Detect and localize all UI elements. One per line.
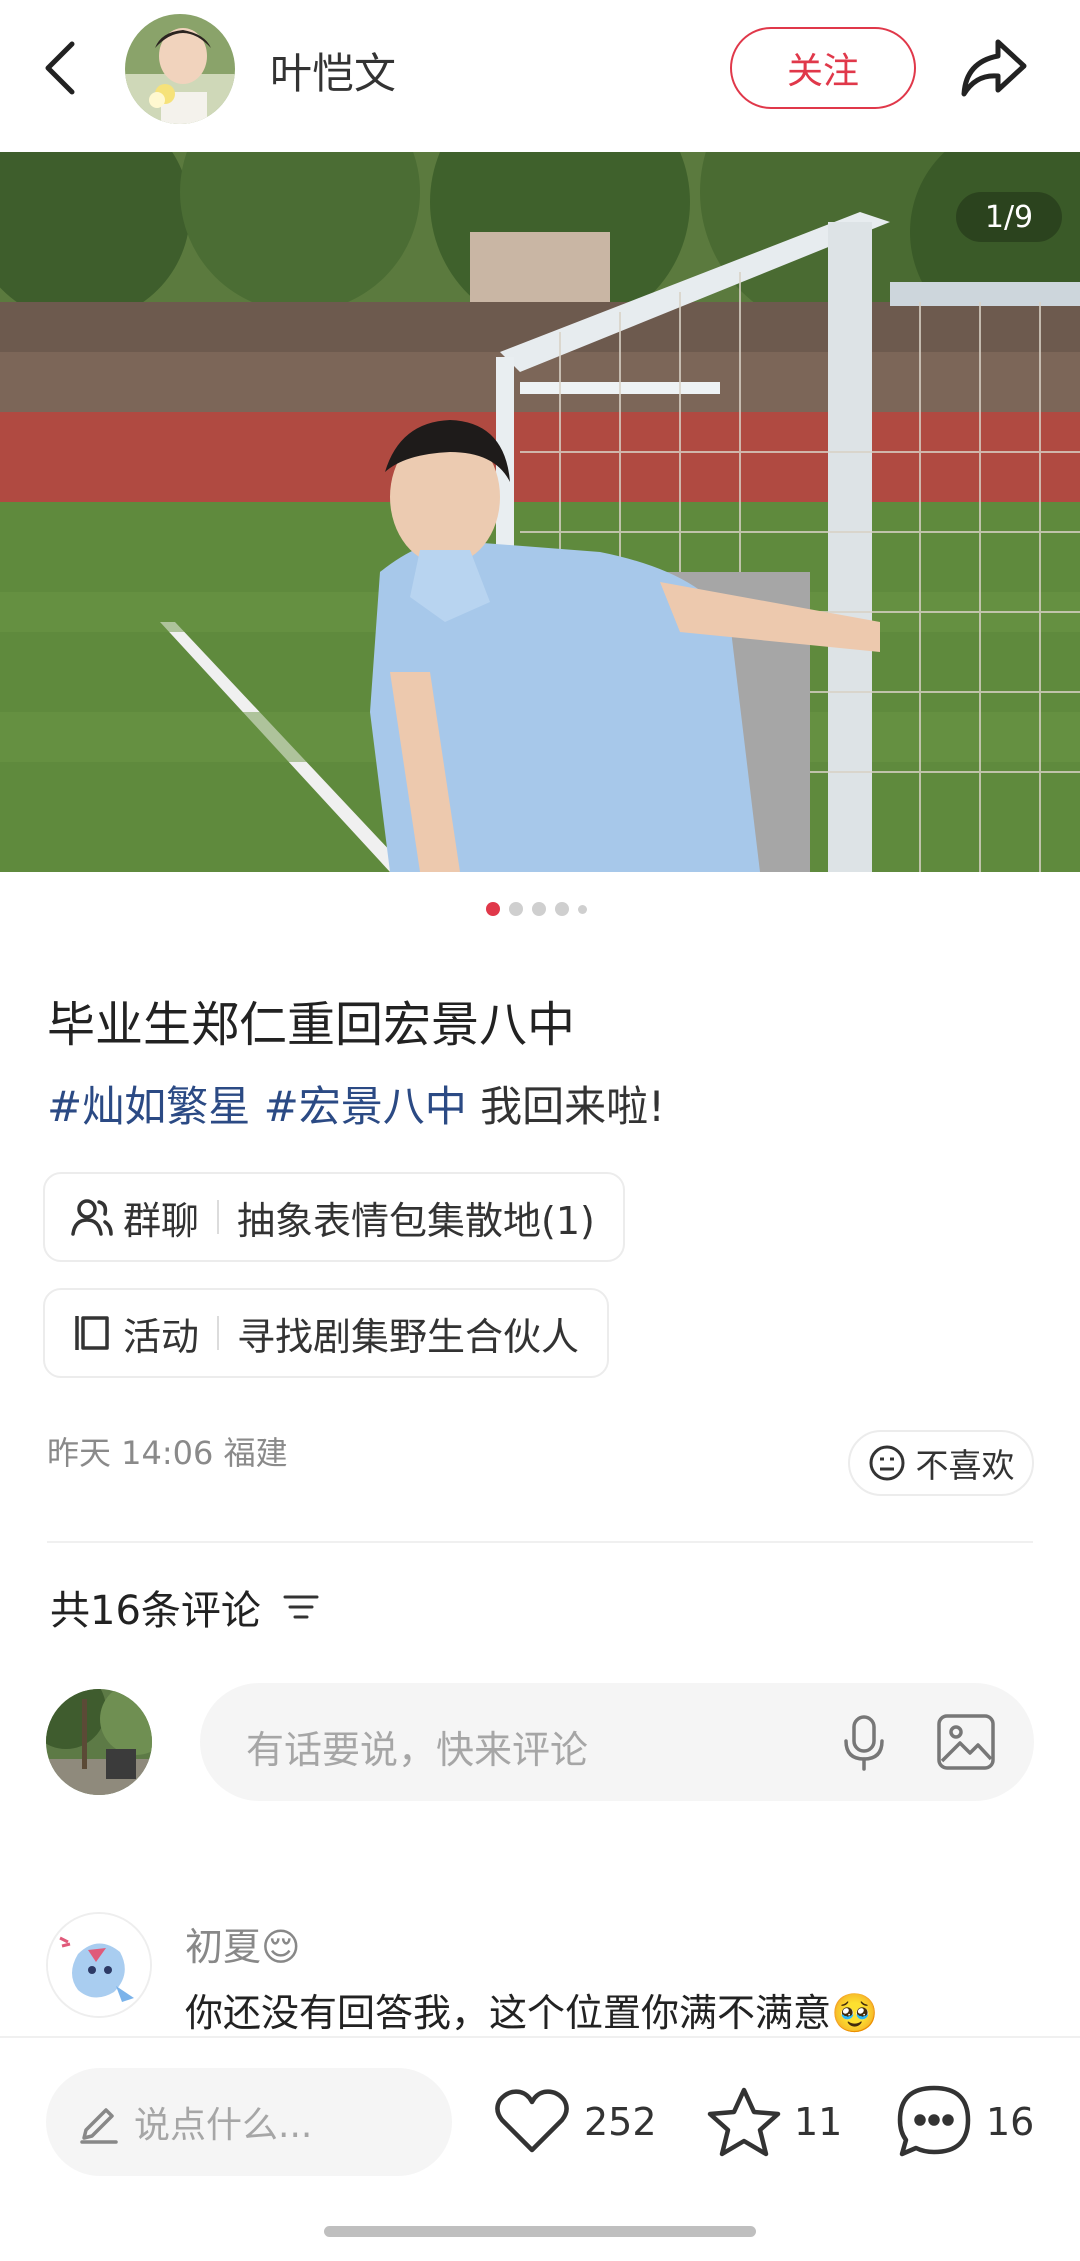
back-icon[interactable] [40,38,84,98]
post-description: #灿如繁星 #宏景八中 我回来啦! [47,1073,665,1134]
carousel-dot[interactable] [486,902,500,916]
photo-counter: 1/9 [956,192,1062,242]
collect-count: 11 [794,2100,843,2144]
carousel-dot[interactable] [555,902,569,916]
group-chat-icon [69,1194,115,1240]
group-chat-chip[interactable]: 群聊 抽象表情包集散地(1) [43,1172,625,1262]
carousel-dot[interactable] [509,902,523,916]
comment-button[interactable]: 16 [896,2082,1034,2162]
comment-count-header: 共16条评论 [50,1578,319,1636]
chip-text: 抽象表情包集散地(1) [237,1198,595,1243]
hashtag-link[interactable]: #宏景八中 [264,1082,467,1131]
say-something-input[interactable]: 说点什么... [46,2068,452,2176]
comment-input[interactable]: 有话要说，快来评论 [200,1683,1034,1801]
chip-separator [217,1316,220,1350]
image-picker-icon[interactable] [936,1713,996,1775]
dislike-button[interactable]: 不喜欢 [848,1430,1034,1496]
comment-bubble-icon [896,2084,972,2160]
comment-text[interactable]: 你还没有回答我，这个位置你满不满意🥹 [185,1982,878,2037]
like-button[interactable]: 252 [494,2082,657,2162]
carousel-dot[interactable] [532,902,546,916]
post-text: 我回来啦! [480,1082,665,1131]
dislike-label: 不喜欢 [915,1446,1015,1485]
comment-count-label: 共16条评论 [50,1588,261,1634]
dislike-face-icon [868,1444,906,1482]
chip-type-label: 活动 [123,1314,200,1359]
say-something-placeholder: 说点什么... [134,2105,313,2146]
post-photo[interactable] [0,152,1080,872]
sort-filter-icon[interactable] [283,1591,319,1623]
comment-input-placeholder: 有话要说，快来评论 [246,1728,589,1772]
hashtag-link[interactable]: #灿如繁星 [47,1082,250,1131]
heart-icon [494,2088,570,2156]
author-name[interactable]: 叶恺文 [270,40,396,101]
like-count: 252 [584,2100,657,2144]
activity-icon [69,1310,115,1356]
pencil-icon [76,2100,120,2144]
chip-separator [217,1200,220,1234]
post-time-location: 昨天 14:06 福建 [47,1434,288,1472]
chip-type-label: 群聊 [123,1198,200,1243]
post-title: 毕业生郑仁重回宏景八中 [47,997,576,1053]
carousel-dots [486,900,587,918]
my-avatar[interactable] [46,1689,152,1795]
divider [47,1541,1033,1543]
carousel-dot[interactable] [578,904,587,914]
follow-button[interactable]: 关注 [730,27,916,109]
commenter-name[interactable]: 初夏😌 [185,1916,301,1971]
microphone-icon[interactable] [838,1713,890,1777]
commenter-avatar[interactable] [46,1912,152,2018]
activity-chip[interactable]: 活动 寻找剧集野生合伙人 [43,1288,610,1378]
author-avatar[interactable] [125,14,235,124]
share-icon[interactable] [958,34,1030,102]
chip-text: 寻找剧集野生合伙人 [237,1314,580,1359]
comment-count: 16 [986,2100,1035,2144]
star-icon [706,2086,782,2158]
home-indicator [324,2226,756,2237]
collect-button[interactable]: 11 [706,2082,842,2162]
